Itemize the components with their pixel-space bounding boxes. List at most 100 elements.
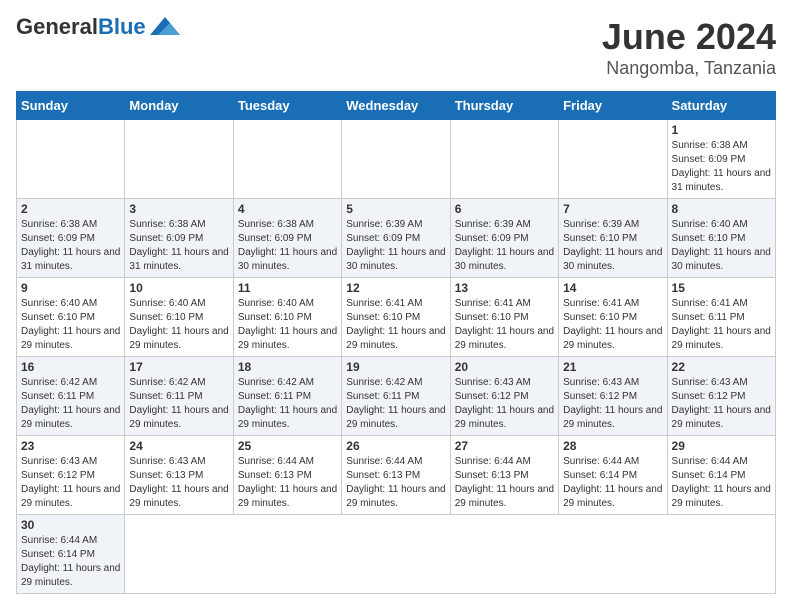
day-number: 21 bbox=[563, 360, 662, 374]
day-info: Sunrise: 6:39 AMSunset: 6:10 PMDaylight:… bbox=[563, 218, 662, 274]
calendar-cell: 11 Sunrise: 6:40 AMSunset: 6:10 PMDayligh… bbox=[233, 278, 341, 357]
day-number: 1 bbox=[672, 123, 771, 137]
calendar-table: Sunday Monday Tuesday Wednesday Thursday… bbox=[16, 91, 776, 594]
day-info: Sunrise: 6:39 AMSunset: 6:09 PMDaylight:… bbox=[455, 218, 554, 274]
header-sunday: Sunday bbox=[17, 92, 125, 120]
location-subtitle: Nangomba, Tanzania bbox=[602, 58, 776, 79]
day-number: 24 bbox=[129, 439, 228, 453]
day-info: Sunrise: 6:44 AMSunset: 6:14 PMDaylight:… bbox=[672, 455, 771, 511]
calendar-cell: 8 Sunrise: 6:40 AMSunset: 6:10 PMDaylight… bbox=[667, 199, 775, 278]
logo-icon bbox=[150, 17, 180, 35]
logo-blue: Blue bbox=[98, 14, 146, 39]
day-info: Sunrise: 6:43 AMSunset: 6:13 PMDaylight:… bbox=[129, 455, 228, 511]
calendar-cell: 17 Sunrise: 6:42 AMSunset: 6:11 PMDayligh… bbox=[125, 357, 233, 436]
day-number: 28 bbox=[563, 439, 662, 453]
day-info: Sunrise: 6:42 AMSunset: 6:11 PMDaylight:… bbox=[21, 376, 120, 432]
page-header: GeneralBlue June 2024 Nangomba, Tanzania bbox=[16, 16, 776, 79]
calendar-cell: 14 Sunrise: 6:41 AMSunset: 6:10 PMDayligh… bbox=[559, 278, 667, 357]
logo: GeneralBlue bbox=[16, 16, 180, 38]
calendar-cell: 23 Sunrise: 6:43 AMSunset: 6:12 PMDayligh… bbox=[17, 436, 125, 515]
day-info: Sunrise: 6:38 AMSunset: 6:09 PMDaylight:… bbox=[672, 139, 771, 195]
day-info: Sunrise: 6:43 AMSunset: 6:12 PMDaylight:… bbox=[563, 376, 662, 432]
calendar-cell: 15Sunrise: 6:41 AMSunset: 6:11 PMDayligh… bbox=[667, 278, 775, 357]
day-info: Sunrise: 6:41 AMSunset: 6:10 PMDaylight:… bbox=[346, 297, 445, 353]
header-thursday: Thursday bbox=[450, 92, 558, 120]
calendar-cell: 6Sunrise: 6:39 AMSunset: 6:09 PMDaylight… bbox=[450, 199, 558, 278]
header-friday: Friday bbox=[559, 92, 667, 120]
day-number: 11 bbox=[238, 281, 337, 295]
day-info: Sunrise: 6:42 AMSunset: 6:11 PMDaylight:… bbox=[129, 376, 228, 432]
calendar-cell: 29Sunrise: 6:44 AMSunset: 6:14 PMDayligh… bbox=[667, 436, 775, 515]
day-number: 17 bbox=[129, 360, 228, 374]
day-info: Sunrise: 6:40 AMSunset: 6:10 PMDaylight:… bbox=[21, 297, 120, 353]
day-number: 10 bbox=[129, 281, 228, 295]
calendar-cell: 9Sunrise: 6:40 AMSunset: 6:10 PMDaylight… bbox=[17, 278, 125, 357]
day-number: 27 bbox=[455, 439, 554, 453]
day-info: Sunrise: 6:43 AMSunset: 6:12 PMDaylight:… bbox=[21, 455, 120, 511]
header-wednesday: Wednesday bbox=[342, 92, 450, 120]
calendar-row: 1 Sunrise: 6:38 AMSunset: 6:09 PMDaylight… bbox=[17, 120, 776, 199]
day-info: Sunrise: 6:40 AMSunset: 6:10 PMDaylight:… bbox=[672, 218, 771, 274]
calendar-cell: 30Sunrise: 6:44 AMSunset: 6:14 PMDayligh… bbox=[17, 515, 125, 594]
calendar-cell: 1 Sunrise: 6:38 AMSunset: 6:09 PMDaylight… bbox=[667, 120, 775, 199]
calendar-cell: 22 Sunrise: 6:43 AMSunset: 6:12 PMDayligh… bbox=[667, 357, 775, 436]
day-info: Sunrise: 6:39 AMSunset: 6:09 PMDaylight:… bbox=[346, 218, 445, 274]
day-number: 19 bbox=[346, 360, 445, 374]
calendar-cell: 10Sunrise: 6:40 AMSunset: 6:10 PMDayligh… bbox=[125, 278, 233, 357]
day-number: 25 bbox=[238, 439, 337, 453]
day-info: Sunrise: 6:44 AMSunset: 6:13 PMDaylight:… bbox=[346, 455, 445, 511]
day-number: 30 bbox=[21, 518, 120, 532]
calendar-cell: 27 Sunrise: 6:44 AMSunset: 6:13 PMDayligh… bbox=[450, 436, 558, 515]
title-area: June 2024 Nangomba, Tanzania bbox=[602, 16, 776, 79]
day-number: 16 bbox=[21, 360, 120, 374]
logo-general: General bbox=[16, 14, 98, 39]
calendar-cell: 13 Sunrise: 6:41 AMSunset: 6:10 PMDayligh… bbox=[450, 278, 558, 357]
day-info: Sunrise: 6:38 AMSunset: 6:09 PMDaylight:… bbox=[21, 218, 120, 274]
calendar-cell bbox=[342, 120, 450, 199]
calendar-header-row: Sunday Monday Tuesday Wednesday Thursday… bbox=[17, 92, 776, 120]
calendar-row: 23 Sunrise: 6:43 AMSunset: 6:12 PMDayligh… bbox=[17, 436, 776, 515]
day-info: Sunrise: 6:44 AMSunset: 6:13 PMDaylight:… bbox=[238, 455, 337, 511]
calendar-cell: 24 Sunrise: 6:43 AMSunset: 6:13 PMDayligh… bbox=[125, 436, 233, 515]
day-number: 3 bbox=[129, 202, 228, 216]
day-number: 5 bbox=[346, 202, 445, 216]
calendar-cell: 16 Sunrise: 6:42 AMSunset: 6:11 PMDayligh… bbox=[17, 357, 125, 436]
header-tuesday: Tuesday bbox=[233, 92, 341, 120]
day-number: 12 bbox=[346, 281, 445, 295]
day-info: Sunrise: 6:38 AMSunset: 6:09 PMDaylight:… bbox=[238, 218, 337, 274]
calendar-cell: 2 Sunrise: 6:38 AMSunset: 6:09 PMDaylight… bbox=[17, 199, 125, 278]
day-number: 13 bbox=[455, 281, 554, 295]
calendar-row: 9Sunrise: 6:40 AMSunset: 6:10 PMDaylight… bbox=[17, 278, 776, 357]
day-info: Sunrise: 6:43 AMSunset: 6:12 PMDaylight:… bbox=[672, 376, 771, 432]
calendar-cell: 25 Sunrise: 6:44 AMSunset: 6:13 PMDayligh… bbox=[233, 436, 341, 515]
day-info: Sunrise: 6:40 AMSunset: 6:10 PMDaylight:… bbox=[238, 297, 337, 353]
header-saturday: Saturday bbox=[667, 92, 775, 120]
calendar-cell bbox=[450, 120, 558, 199]
calendar-cell: 26 Sunrise: 6:44 AMSunset: 6:13 PMDayligh… bbox=[342, 436, 450, 515]
day-info: Sunrise: 6:41 AMSunset: 6:11 PMDaylight:… bbox=[672, 297, 771, 353]
calendar-cell: 4 Sunrise: 6:38 AMSunset: 6:09 PMDaylight… bbox=[233, 199, 341, 278]
calendar-row: 16 Sunrise: 6:42 AMSunset: 6:11 PMDayligh… bbox=[17, 357, 776, 436]
day-info: Sunrise: 6:44 AMSunset: 6:13 PMDaylight:… bbox=[455, 455, 554, 511]
calendar-cell bbox=[559, 120, 667, 199]
day-number: 7 bbox=[563, 202, 662, 216]
day-info: Sunrise: 6:41 AMSunset: 6:10 PMDaylight:… bbox=[563, 297, 662, 353]
day-number: 22 bbox=[672, 360, 771, 374]
day-number: 18 bbox=[238, 360, 337, 374]
calendar-cell bbox=[17, 120, 125, 199]
day-info: Sunrise: 6:43 AMSunset: 6:12 PMDaylight:… bbox=[455, 376, 554, 432]
month-year-title: June 2024 bbox=[602, 16, 776, 58]
day-number: 4 bbox=[238, 202, 337, 216]
calendar-cell: 28Sunrise: 6:44 AMSunset: 6:14 PMDayligh… bbox=[559, 436, 667, 515]
day-number: 23 bbox=[21, 439, 120, 453]
calendar-cell: 20Sunrise: 6:43 AMSunset: 6:12 PMDayligh… bbox=[450, 357, 558, 436]
logo-text: GeneralBlue bbox=[16, 16, 146, 38]
day-number: 8 bbox=[672, 202, 771, 216]
day-number: 2 bbox=[21, 202, 120, 216]
day-number: 26 bbox=[346, 439, 445, 453]
day-info: Sunrise: 6:41 AMSunset: 6:10 PMDaylight:… bbox=[455, 297, 554, 353]
day-number: 14 bbox=[563, 281, 662, 295]
day-info: Sunrise: 6:42 AMSunset: 6:11 PMDaylight:… bbox=[238, 376, 337, 432]
calendar-cell: 7 Sunrise: 6:39 AMSunset: 6:10 PMDaylight… bbox=[559, 199, 667, 278]
calendar-cell bbox=[233, 120, 341, 199]
